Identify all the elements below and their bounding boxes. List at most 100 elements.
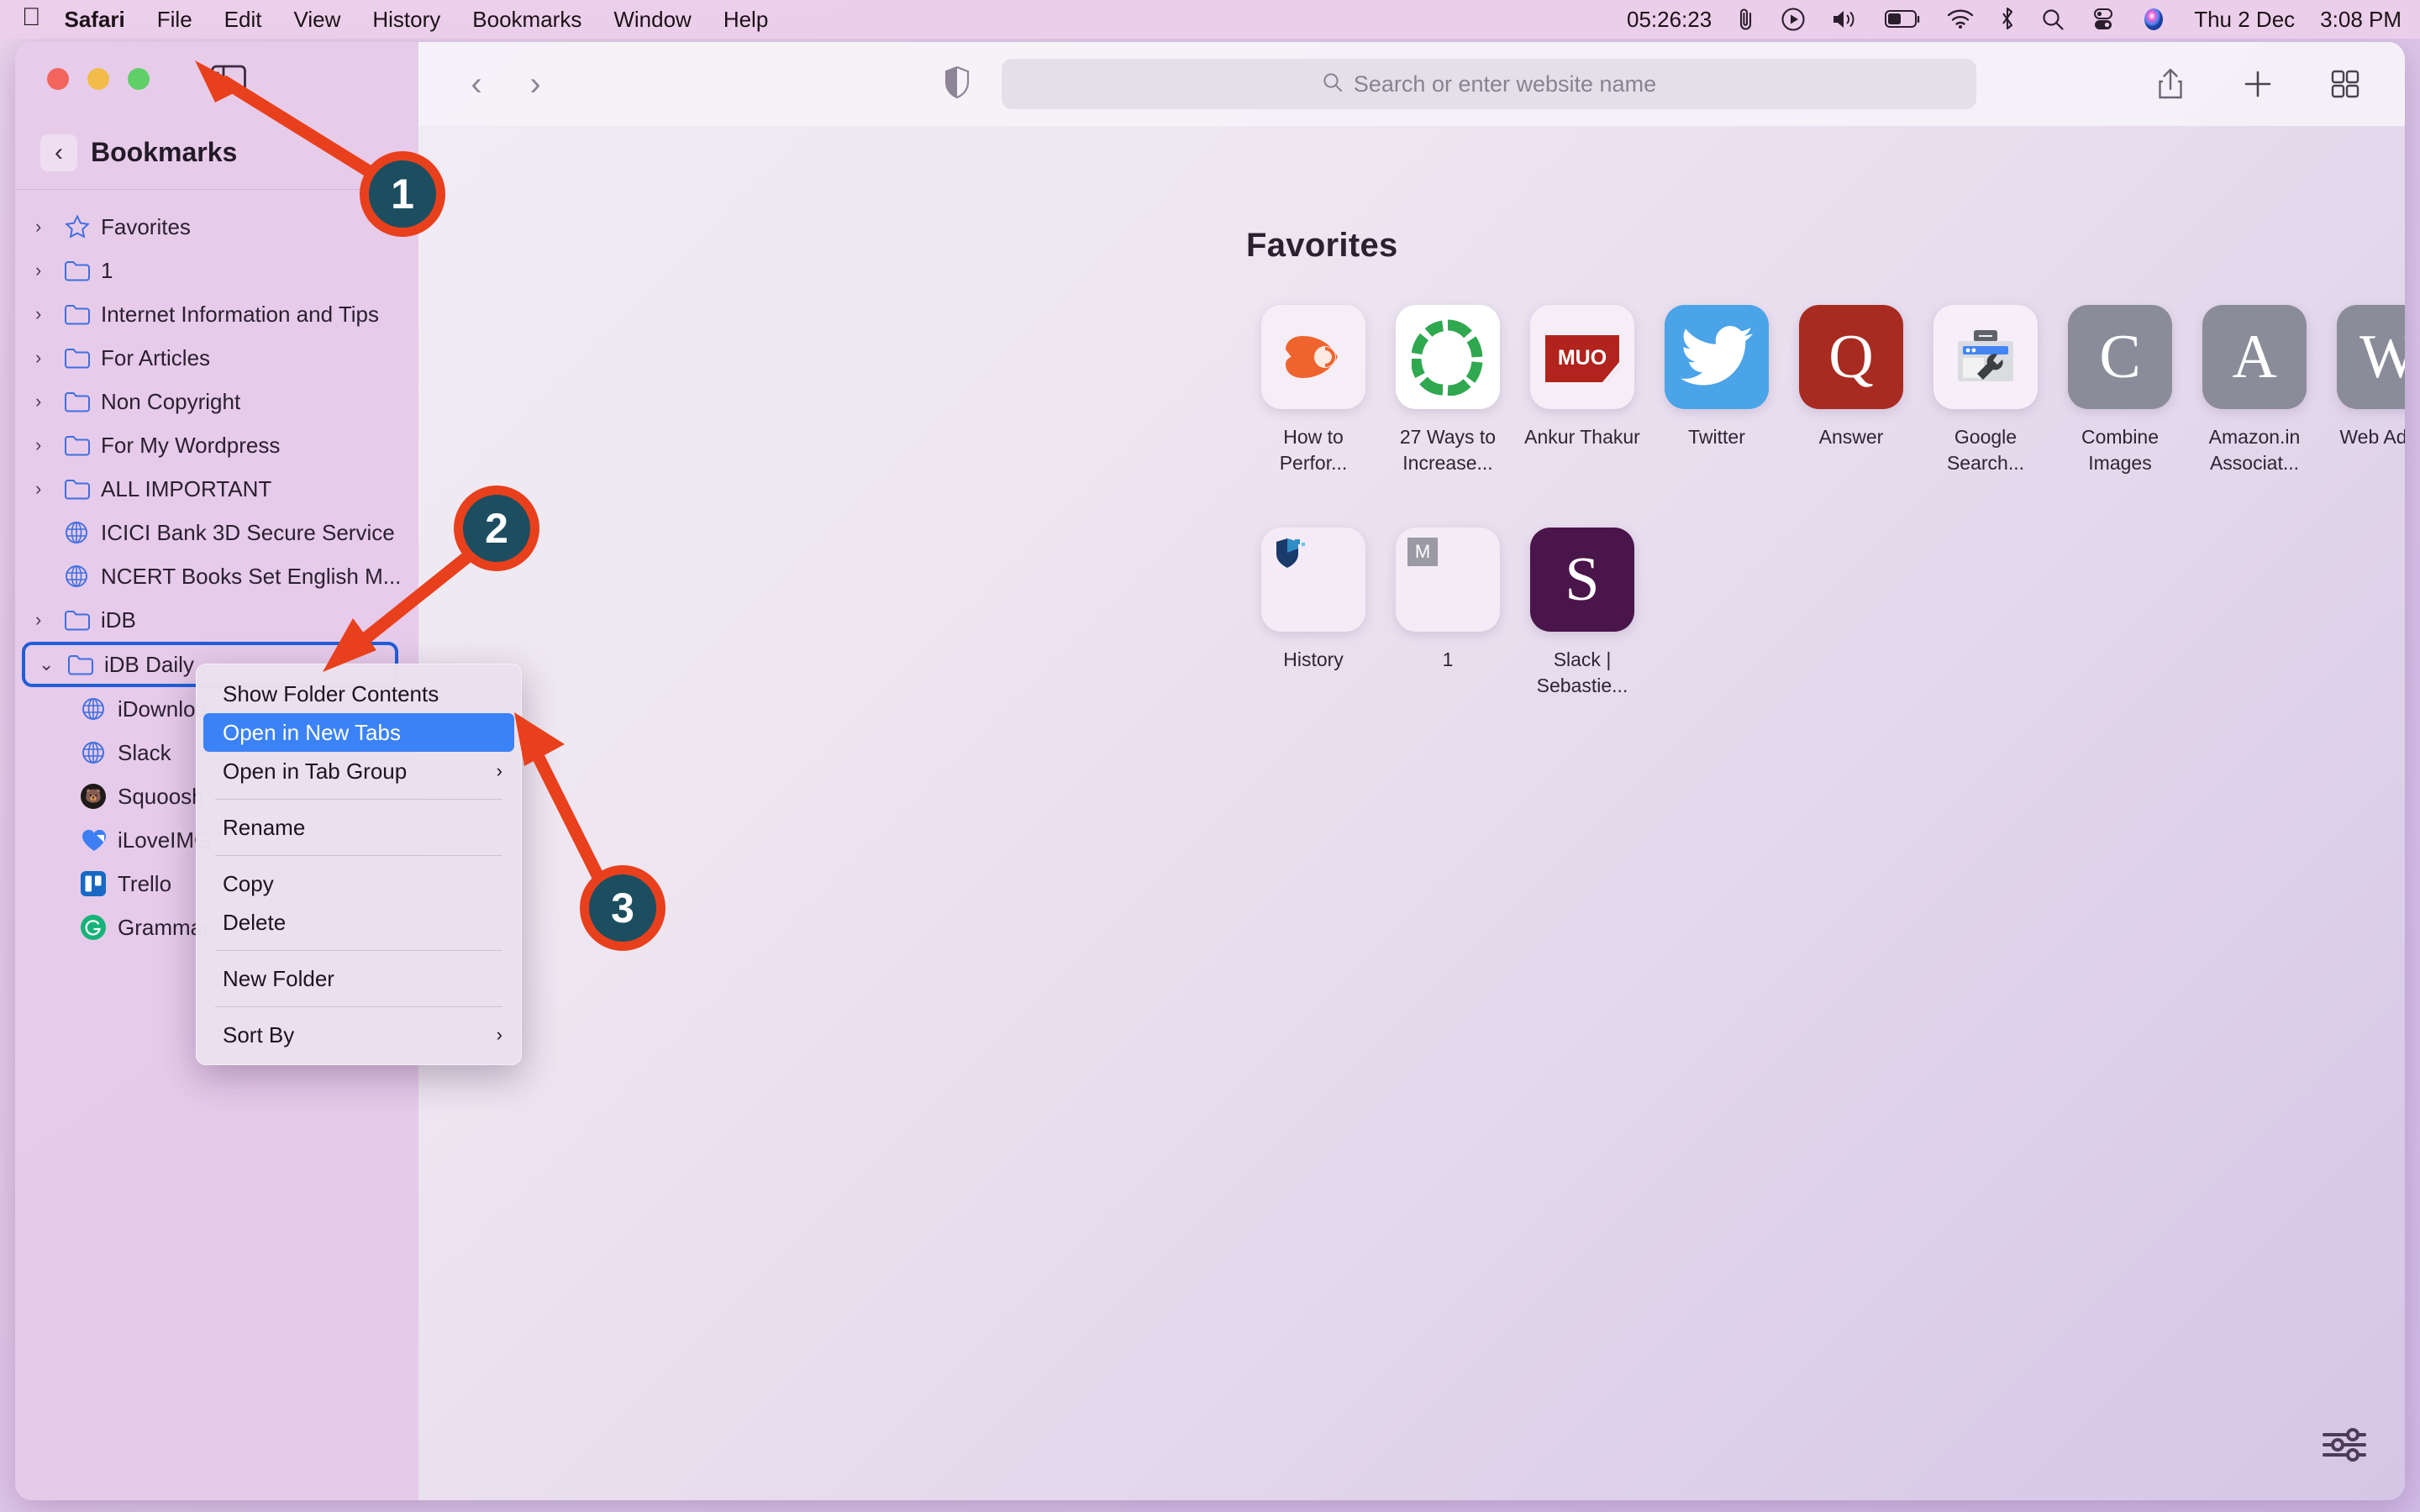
share-icon[interactable] — [2156, 67, 2185, 101]
favorite-tile-1[interactable]: M 1 — [1381, 528, 1515, 698]
sidebar-item-non-copyright[interactable]: › Non Copyright — [15, 380, 418, 423]
chevron-down-icon[interactable]: ⌄ — [39, 654, 67, 675]
bluetooth-icon[interactable] — [1999, 7, 2016, 32]
menu-help[interactable]: Help — [723, 7, 768, 33]
context-menu-item-open-in-tab-group[interactable]: Open in Tab Group › — [197, 752, 521, 790]
chevron-right-icon[interactable]: › — [35, 391, 64, 412]
page-title: Bookmarks — [91, 137, 238, 167]
context-menu-item-label: Show Folder Contents — [223, 680, 439, 706]
minimize-button[interactable] — [87, 68, 109, 90]
tab-overview-icon[interactable] — [2331, 70, 2360, 98]
chevron-right-icon[interactable]: › — [35, 347, 64, 369]
sidebar-back-button[interactable]: ‹ — [40, 134, 77, 171]
favorite-tile-twitter[interactable]: Twitter — [1649, 305, 1784, 475]
menubar-date[interactable]: Thu 2 Dec — [2194, 7, 2295, 33]
tile-letter: S — [1565, 544, 1600, 614]
siri-icon[interactable] — [2142, 7, 2165, 32]
globe-icon — [81, 696, 118, 722]
battery-icon[interactable] — [1885, 9, 1922, 29]
apple-logo-icon[interactable]:  — [22, 5, 41, 30]
favorite-tile-27-ways-to-increase[interactable]: 27 Ways to Increase... — [1381, 305, 1515, 475]
favorite-tile-label: History — [1283, 648, 1344, 671]
sidebar-item-for-articles[interactable]: › For Articles — [15, 336, 418, 380]
sidebar-item-idb[interactable]: › iDB — [15, 598, 418, 642]
callout-badge-1: 1 — [360, 151, 445, 237]
chevron-right-icon: › — [496, 1024, 502, 1045]
sidebar-item-internet-information-and-tips[interactable]: › Internet Information and Tips — [15, 292, 418, 336]
context-menu-item-sort-by[interactable]: Sort By › — [197, 1016, 521, 1054]
menu-history[interactable]: History — [372, 7, 440, 33]
favorite-tile-amazon-associates[interactable]: A Amazon.in Associat... — [2187, 305, 2322, 475]
safari-toolbar: ‹ › Search or enter website name — [418, 42, 2405, 126]
favorite-tile-label: Amazon.in Associat... — [2208, 426, 2301, 474]
favorite-tile-answer[interactable]: Q Answer — [1784, 305, 1918, 475]
globe-icon — [81, 740, 118, 765]
context-menu-separator — [215, 950, 502, 951]
close-button[interactable] — [47, 68, 69, 90]
context-menu-item-copy[interactable]: Copy — [197, 864, 521, 903]
wifi-icon[interactable] — [1947, 9, 1974, 29]
favorite-tile-google-search-console[interactable]: Google Search... — [1918, 305, 2053, 475]
context-menu-item-show-folder-contents[interactable]: Show Folder Contents — [197, 675, 521, 713]
chevron-right-icon[interactable]: › — [35, 303, 64, 325]
sliders-icon[interactable] — [2319, 1425, 2370, 1465]
folder-context-menu: Show Folder Contents Open in New Tabs Op… — [196, 664, 522, 1065]
favorite-tile-combine-images[interactable]: C Combine Images — [2053, 305, 2187, 475]
search-icon — [1322, 71, 1344, 97]
macos-menu-bar:  Safari File Edit View History Bookmark… — [0, 0, 2420, 39]
globe-icon — [64, 520, 101, 545]
sidebar-item-label: iDB Daily — [104, 651, 194, 677]
sidebar-item-label: iDB — [101, 606, 136, 633]
context-menu-item-rename[interactable]: Rename — [197, 808, 521, 847]
quora-letter: Q — [1828, 322, 1874, 391]
sidebar-item-for-my-wordpress[interactable]: › For My Wordpress — [15, 423, 418, 467]
sidebar-item-icici-bank-3d-secure-service[interactable]: ICICI Bank 3D Secure Service — [15, 511, 418, 554]
context-menu-item-open-in-new-tabs[interactable]: Open in New Tabs — [203, 713, 514, 752]
zoom-button[interactable] — [128, 68, 150, 90]
context-menu-item-delete[interactable]: Delete — [197, 903, 521, 942]
sidebar-item-1[interactable]: › 1 — [15, 249, 418, 292]
favorite-tile-ankur-thakur[interactable]: MUO Ankur Thakur — [1515, 305, 1649, 475]
control-center-icon[interactable] — [2090, 7, 2117, 32]
menu-edit[interactable]: Edit — [224, 7, 262, 33]
favorite-tile-web-admin[interactable]: W Web Admin — [2322, 305, 2405, 475]
sidebar-item-all-important[interactable]: › ALL IMPORTANT — [15, 467, 418, 511]
favorite-tile-history[interactable]: History — [1246, 528, 1381, 698]
quora-icon: Q — [1799, 305, 1903, 409]
chevron-right-icon[interactable]: › — [35, 434, 64, 456]
plus-icon[interactable] — [2244, 70, 2272, 98]
menu-window[interactable]: Window — [613, 7, 691, 33]
search-icon[interactable] — [2041, 8, 2065, 31]
menu-file[interactable]: File — [157, 7, 192, 33]
content-pane: ‹ › Search or enter website name Favorit… — [418, 42, 2405, 1500]
privacy-shield-icon[interactable] — [943, 66, 971, 103]
favorite-tile-slack-sebastien[interactable]: S Slack | Sebastie... — [1515, 528, 1649, 698]
google-search-console-icon — [1933, 305, 2038, 409]
chevron-right-icon: › — [496, 760, 502, 781]
sidebar-item-favorites[interactable]: › Favorites — [15, 205, 418, 249]
forward-button[interactable]: › — [506, 66, 565, 103]
chevron-right-icon[interactable]: › — [35, 609, 64, 631]
search-input[interactable]: Search or enter website name — [1002, 59, 1976, 109]
menu-safari[interactable]: Safari — [65, 7, 125, 33]
play-circle-icon[interactable] — [1781, 7, 1806, 32]
context-menu-item-new-folder[interactable]: New Folder — [197, 959, 521, 998]
sidebar-item-label: For Articles — [101, 344, 211, 370]
chevron-right-icon[interactable]: › — [35, 260, 64, 281]
volume-icon[interactable] — [1831, 8, 1860, 31]
folder-icon — [64, 433, 101, 457]
toolbar-right-actions — [2156, 67, 2376, 101]
sidebar-item-ncert-books-set-english[interactable]: NCERT Books Set English M... — [15, 554, 418, 598]
chevron-right-icon[interactable]: › — [35, 216, 64, 238]
favorite-tile-how-to-perform[interactable]: How to Perfor... — [1246, 305, 1381, 475]
chevron-right-icon[interactable]: › — [35, 478, 64, 500]
menu-bookmarks[interactable]: Bookmarks — [472, 7, 581, 33]
context-menu-separator — [215, 855, 502, 856]
paperclip-icon[interactable] — [1737, 7, 1755, 32]
sidebar-item-label: Internet Information and Tips — [101, 301, 379, 327]
sidebar-toggle-button[interactable] — [210, 60, 247, 98]
shield-favicon-icon — [1261, 528, 1365, 633]
menu-view[interactable]: View — [293, 7, 340, 33]
menubar-time[interactable]: 3:08 PM — [2320, 7, 2402, 33]
back-button[interactable]: ‹ — [447, 66, 506, 103]
